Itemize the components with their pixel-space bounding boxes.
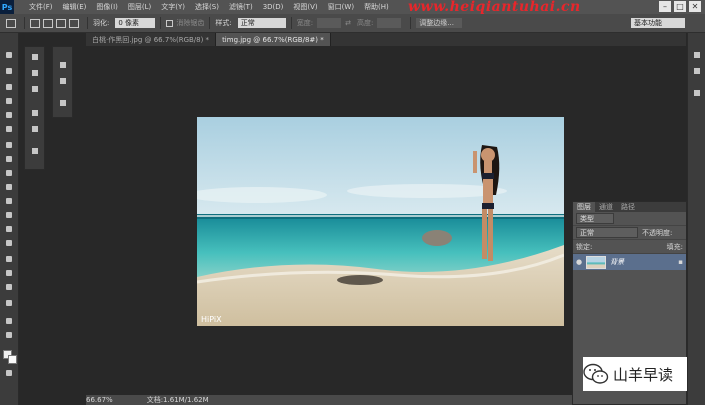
wechat-account-badge: 山羊早读 [583,357,687,391]
path-selection-tool-icon[interactable] [3,283,15,291]
add-selection-icon[interactable] [43,18,53,28]
3d-panel-icon[interactable] [58,99,68,107]
maximize-button[interactable]: □ [674,1,686,12]
menu-edit[interactable]: 编辑(E) [58,2,92,12]
styles-panel-icon[interactable] [692,89,702,97]
minimize-button[interactable]: – [659,1,671,12]
refine-edge-button[interactable]: 调整边缘... [416,18,463,28]
antialias-label: 消除锯齿 [176,19,205,27]
options-bar: 羽化: 0 像素 消除锯齿 样式: 正常 宽度: ⇄ 高度: 调整边缘... 基… [0,14,705,33]
quick-select-tool-icon[interactable] [3,97,15,105]
feather-label: 羽化: [93,19,110,27]
photoshop-logo-icon: Ps [0,0,14,14]
document-tab-bar: 白桃·作黑回.jpg @ 66.7%(RGB/8) * timg.jpg @ 6… [86,33,686,46]
marquee-tool-icon[interactable] [3,67,15,75]
tab-channels[interactable]: 通道 [595,202,617,212]
blend-mode-select[interactable]: 正常 [576,227,638,238]
tab-paths[interactable]: 路径 [617,202,639,212]
character-panel-icon[interactable] [58,61,68,69]
new-selection-icon[interactable] [30,18,40,28]
healing-brush-tool-icon[interactable] [3,141,15,149]
swatches-panel-icon[interactable] [692,67,702,75]
menu-view[interactable]: 视图(V) [288,2,322,12]
paragraph-panel-icon[interactable] [58,77,68,85]
menu-bar: Ps 文件(F) 编辑(E) 图像(I) 图层(L) 文字(Y) 选择(S) 滤… [0,0,705,15]
right-panel-dock [687,33,705,405]
wechat-icon [583,363,609,384]
feather-input[interactable]: 0 像素 [115,18,156,28]
history-brush-tool-icon[interactable] [3,183,15,191]
blur-tool-icon[interactable] [3,225,15,233]
menu-layer[interactable]: 图层(L) [123,2,156,12]
opacity-label: 不透明度: [642,228,673,237]
tab-document-1[interactable]: 白桃·作黑回.jpg @ 66.7%(RGB/8) * [86,33,217,46]
type-tool-icon[interactable] [3,269,15,277]
eyedropper-tool-icon[interactable] [3,125,15,133]
menu-file[interactable]: 文件(F) [24,2,58,12]
tool-presets-panel-icon[interactable] [30,85,40,93]
menu-image[interactable]: 图像(I) [91,2,123,12]
zoom-tool-icon[interactable] [3,331,15,339]
workspace-select[interactable]: 基本功能 [631,18,685,28]
layer-kind-filter[interactable]: 类型 [576,213,614,224]
adjustments-panel-icon[interactable] [30,147,40,155]
layer-thumbnail [586,255,607,269]
intersect-selection-icon[interactable] [69,18,79,28]
style-select[interactable]: 正常 [237,18,286,28]
menu-type[interactable]: 文字(Y) [156,2,190,12]
menu-select[interactable]: 选择(S) [190,2,224,12]
close-button[interactable]: ✕ [689,1,701,12]
canvas-image[interactable]: HiPiX [197,117,564,326]
document-size: 文档:1.61M/1.62M [146,396,209,404]
layer-row-background[interactable]: ● 背景 ▪ [573,254,686,270]
style-label: 样式: [215,19,232,27]
lock-label: 锁定: [576,242,593,251]
width-input[interactable] [317,18,342,28]
menu-filter[interactable]: 滤镜(T) [224,2,258,12]
type-panel-dock [52,46,73,118]
antialias-checkbox[interactable] [166,19,174,27]
menu-window[interactable]: 窗口(W) [323,2,359,12]
gradient-tool-icon[interactable] [3,211,15,219]
clone-source-panel-icon[interactable] [30,69,40,77]
height-label: 高度: [356,19,374,27]
color-panel-icon[interactable] [692,51,702,59]
brush-panel-icon[interactable] [30,53,40,61]
history-panel-icon[interactable] [30,109,40,117]
pen-tool-icon[interactable] [3,255,15,263]
layer-name: 背景 [610,258,625,266]
subtract-selection-icon[interactable] [56,18,66,28]
shape-tool-icon[interactable] [3,299,15,307]
lasso-tool-icon[interactable] [3,83,15,91]
move-tool-icon[interactable] [3,51,15,59]
swap-dimensions-icon[interactable]: ⇄ [345,19,351,27]
wechat-account-name: 山羊早读 [613,365,674,384]
zoom-level[interactable]: 66.67% [86,396,113,404]
dodge-tool-icon[interactable] [3,239,15,247]
width-label: 宽度: [296,19,314,27]
hand-tool-icon[interactable] [3,317,15,325]
menu-help[interactable]: 帮助(H) [359,2,394,12]
background-color-swatch[interactable] [8,355,17,364]
visibility-eye-icon[interactable]: ● [576,258,582,266]
crop-tool-icon[interactable] [3,111,15,119]
actions-panel-icon[interactable] [30,125,40,133]
marquee-tool-preset-icon[interactable] [6,18,16,28]
menu-3d[interactable]: 3D(D) [258,3,289,11]
lock-icon: ▪ [678,258,683,266]
collapsed-panel-dock [24,46,45,170]
photo-watermark: HiPiX [201,315,222,324]
tab-document-timg[interactable]: timg.jpg @ 66.7%(RGB/8#) * [216,33,331,46]
brush-tool-icon[interactable] [3,155,15,163]
fill-label: 填充: [666,242,683,251]
quick-mask-icon[interactable] [3,369,15,377]
site-watermark: www.heiqiantuhai.cn [408,0,581,15]
tab-layers[interactable]: 图层 [573,202,595,212]
clone-stamp-tool-icon[interactable] [3,169,15,177]
eraser-tool-icon[interactable] [3,197,15,205]
height-input[interactable] [377,18,402,28]
